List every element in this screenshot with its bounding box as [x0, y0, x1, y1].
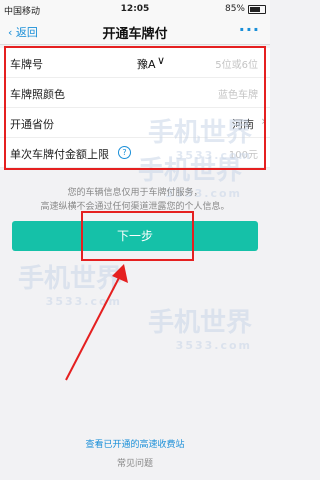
- faq-link[interactable]: 常见问题: [0, 456, 270, 469]
- pointer-arrow: [65, 264, 128, 381]
- toll-stations-link[interactable]: 查看已开通的高速收费站: [0, 437, 270, 450]
